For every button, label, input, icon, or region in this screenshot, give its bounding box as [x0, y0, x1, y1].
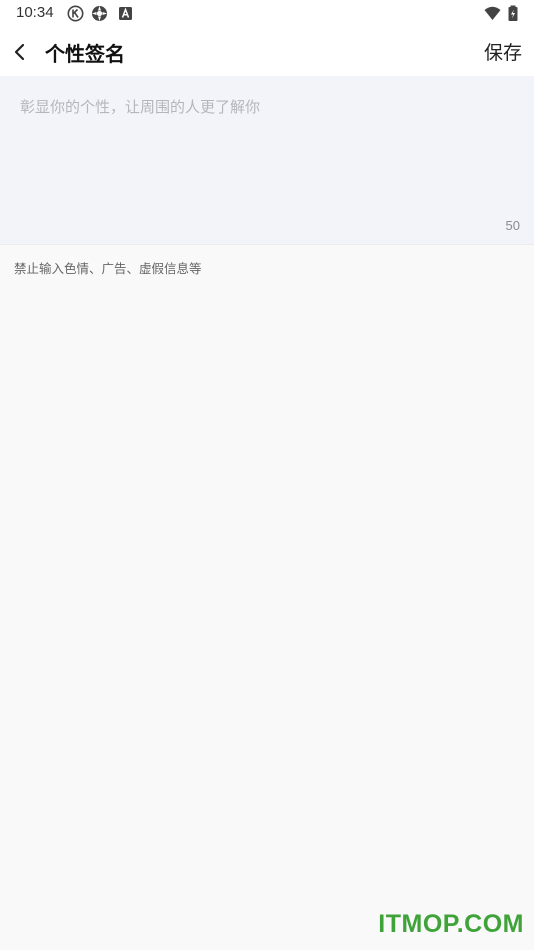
content-rules-hint: 禁止输入色情、广告、虚假信息等: [14, 261, 202, 276]
back-button[interactable]: [8, 36, 32, 68]
status-time: 10:34: [16, 4, 54, 21]
a-box-icon: [117, 5, 134, 22]
chevron-left-icon: [8, 43, 32, 72]
page-title: 个性签名: [45, 42, 125, 66]
signature-input-container: 50: [0, 76, 534, 244]
battery-icon: [507, 5, 519, 22]
signature-input[interactable]: [20, 96, 514, 216]
status-bar: 10:34: [0, 0, 534, 28]
k-circle-icon: [67, 5, 84, 22]
wifi-icon: [484, 5, 501, 22]
save-button[interactable]: 保存: [484, 38, 522, 65]
sync-icon: [91, 5, 108, 22]
watermark-logo: ITMOP.COM: [378, 910, 524, 938]
app-bar: 个性签名 保存: [0, 28, 534, 76]
divider: [0, 244, 534, 245]
character-limit: 50: [505, 218, 520, 233]
